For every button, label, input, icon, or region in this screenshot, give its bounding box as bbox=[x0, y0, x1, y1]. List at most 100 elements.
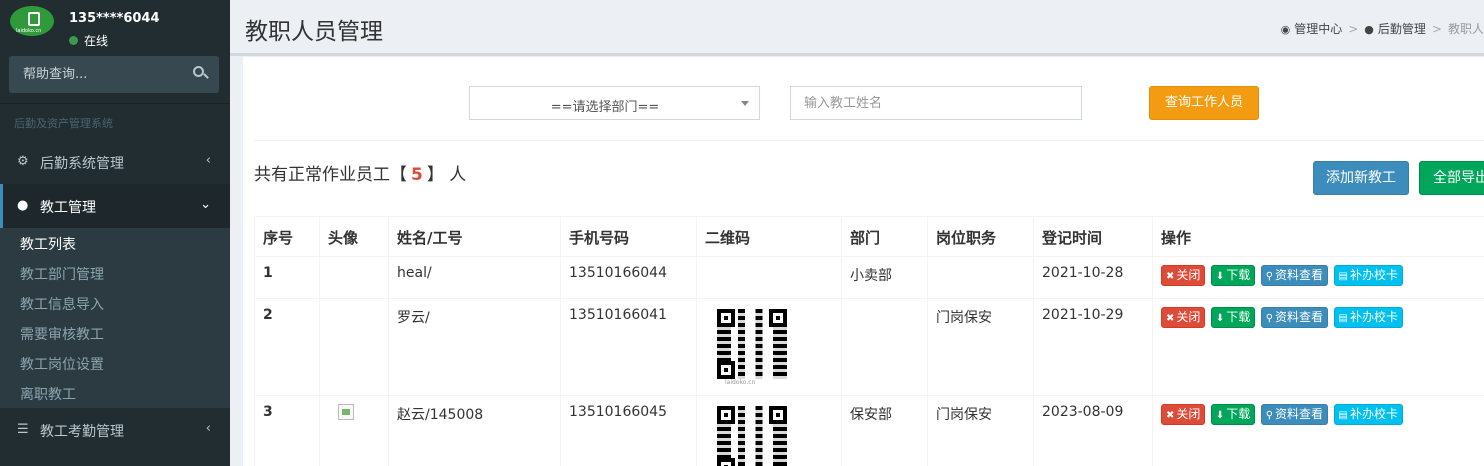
card-label: 补办校卡 bbox=[1349, 407, 1398, 421]
submenu-post-settings[interactable]: 教工岗位设置 bbox=[20, 354, 104, 374]
avatar: laidoko.cn bbox=[10, 6, 54, 36]
breadcrumb: ◉ 管理中心 > ● 后勤管理 > 教职人 bbox=[1281, 20, 1484, 37]
col-avatar: 头像 bbox=[319, 216, 389, 257]
chevron-down-icon: ⌄ bbox=[200, 197, 211, 212]
menu-label: 后勤系统管理 bbox=[40, 156, 124, 172]
row-avatar bbox=[319, 298, 389, 396]
user-name: 135****6044 bbox=[69, 11, 160, 26]
help-search-input[interactable] bbox=[9, 56, 184, 93]
menu-label: 教工考勤管理 bbox=[40, 424, 124, 440]
menu-label: 教工管理 bbox=[40, 200, 96, 216]
row-department: 小卖部 bbox=[841, 256, 928, 299]
online-dot-icon bbox=[69, 36, 78, 45]
staff-submenu: 教工列表 教工部门管理 教工信息导入 需要审核教工 教工岗位设置 离职教工 bbox=[0, 228, 230, 408]
download-button[interactable]: ⬇ 下载 bbox=[1210, 265, 1256, 286]
submenu-staff-list[interactable]: 教工列表 bbox=[20, 234, 76, 254]
query-staff-button[interactable]: 查询工作人员 bbox=[1149, 86, 1259, 120]
dashboard-icon: ◉ bbox=[1280, 23, 1291, 36]
submenu-resigned-staff[interactable]: 离职教工 bbox=[20, 384, 76, 404]
row-avatar bbox=[319, 395, 389, 466]
qrcode-caption: laidoko.cn bbox=[725, 379, 756, 386]
row-qrcode bbox=[696, 395, 842, 466]
close-label: 关闭 bbox=[1176, 407, 1201, 421]
table-header-row: 序号 头像 姓名/工号 手机号码 二维码 部门 岗位职务 登记时间 操作 bbox=[254, 216, 1484, 257]
user-panel: laidoko.cn 135****6044 在线 bbox=[0, 0, 230, 50]
close-button[interactable]: ✖ 关闭 bbox=[1161, 404, 1206, 425]
row-name: 赵云/145008 bbox=[388, 395, 561, 466]
view-profile-button[interactable]: ⚲ 资料查看 bbox=[1260, 265, 1329, 286]
id-card-icon: ▤ bbox=[1338, 313, 1348, 324]
staff-count: 共有正常作业员工【 5】 人 bbox=[254, 160, 466, 185]
close-icon: ✖ bbox=[1166, 410, 1175, 421]
row-post: 门岗保安 bbox=[927, 395, 1034, 466]
row-name: heal/ bbox=[388, 256, 561, 299]
row-actions: ✖ 关闭 ⬇ 下载 ⚲ 资料查看 ▤ 补办校卡 bbox=[1152, 395, 1484, 466]
reissue-card-button[interactable]: ▤ 补办校卡 bbox=[1333, 307, 1403, 328]
department-select-value: ==请选择部门== bbox=[550, 100, 660, 115]
department-select[interactable]: ==请选择部门== bbox=[469, 86, 760, 120]
card-label: 补办校卡 bbox=[1349, 310, 1398, 324]
reissue-card-button[interactable]: ▤ 补办校卡 bbox=[1333, 265, 1403, 286]
submenu-staff-import[interactable]: 教工信息导入 bbox=[20, 294, 104, 314]
view-label: 资料查看 bbox=[1275, 407, 1324, 421]
add-staff-button[interactable]: 添加新教工 bbox=[1313, 161, 1409, 195]
close-icon: ✖ bbox=[1166, 313, 1175, 324]
table-row: 2 罗云/ 13510166041 laidoko.cn 门岗保安 2021-1… bbox=[254, 298, 1484, 396]
view-profile-button[interactable]: ⚲ 资料查看 bbox=[1260, 307, 1329, 328]
logo-icon bbox=[28, 12, 40, 26]
submenu-dept-management[interactable]: 教工部门管理 bbox=[20, 264, 104, 284]
sidebar: laidoko.cn 135****6044 在线 后勤及资产管理系统 ⚙ 后勤… bbox=[0, 0, 230, 466]
sidebar-search bbox=[9, 56, 219, 93]
row-index: 3 bbox=[254, 395, 320, 466]
export-all-button[interactable]: 全部导出 bbox=[1419, 161, 1484, 195]
staff-name-input[interactable] bbox=[790, 86, 1082, 120]
search-icon[interactable] bbox=[193, 66, 209, 82]
row-qrcode bbox=[696, 256, 842, 299]
header-divider bbox=[230, 53, 1484, 56]
breadcrumb-logistics[interactable]: 后勤管理 bbox=[1378, 22, 1426, 36]
close-button[interactable]: ✖ 关闭 bbox=[1161, 265, 1206, 286]
row-date: 2021-10-28 bbox=[1033, 256, 1153, 299]
user-status: 在线 bbox=[69, 32, 108, 49]
col-name: 姓名/工号 bbox=[388, 216, 561, 257]
qrcode-image bbox=[717, 309, 787, 379]
download-button[interactable]: ⬇ 下载 bbox=[1210, 404, 1256, 425]
breadcrumb-separator: > bbox=[1348, 22, 1359, 36]
reissue-card-button[interactable]: ▤ 补办校卡 bbox=[1333, 404, 1403, 425]
menu-staff-management[interactable]: ● 教工管理 ⌄ bbox=[0, 184, 230, 228]
row-phone: 13510166044 bbox=[560, 256, 697, 299]
col-qrcode: 二维码 bbox=[696, 216, 842, 257]
download-button[interactable]: ⬇ 下载 bbox=[1210, 307, 1256, 328]
qrcode-image bbox=[717, 406, 787, 466]
caret-down-icon bbox=[741, 101, 749, 106]
col-actions: 操作 bbox=[1152, 216, 1484, 257]
id-card-icon: ▤ bbox=[1338, 410, 1348, 421]
breadcrumb-home[interactable]: 管理中心 bbox=[1294, 22, 1342, 36]
filter-divider bbox=[254, 140, 1484, 141]
row-post: 门岗保安 bbox=[927, 298, 1034, 396]
chevron-left-icon: ‹ bbox=[205, 421, 211, 436]
col-phone: 手机号码 bbox=[560, 216, 697, 257]
download-label: 下载 bbox=[1226, 407, 1251, 421]
submenu-staff-review[interactable]: 需要审核教工 bbox=[20, 324, 104, 344]
table-row: 1 heal/ 13510166044 小卖部 2021-10-28 ✖ 关闭 ⬇… bbox=[254, 256, 1484, 299]
close-button[interactable]: ✖ 关闭 bbox=[1161, 307, 1206, 328]
view-profile-button[interactable]: ⚲ 资料查看 bbox=[1260, 404, 1329, 425]
row-avatar bbox=[319, 256, 389, 299]
menu-logistics-system[interactable]: ⚙ 后勤系统管理 ‹ bbox=[0, 140, 230, 184]
list-icon: ☰ bbox=[17, 422, 29, 437]
count-prefix: 共有正常作业员工【 bbox=[254, 165, 407, 185]
row-department bbox=[841, 298, 928, 396]
menu-attendance[interactable]: ☰ 教工考勤管理 ‹ bbox=[0, 408, 230, 452]
row-index: 2 bbox=[254, 298, 320, 396]
status-text: 在线 bbox=[84, 34, 109, 48]
view-label: 资料查看 bbox=[1275, 310, 1324, 324]
row-actions: ✖ 关闭 ⬇ 下载 ⚲ 资料查看 ▤ 补办校卡 bbox=[1152, 256, 1484, 299]
download-icon: ⬇ bbox=[1215, 313, 1225, 324]
close-icon: ✖ bbox=[1166, 271, 1175, 282]
search-icon: ⚲ bbox=[1265, 313, 1274, 324]
close-label: 关闭 bbox=[1176, 310, 1201, 324]
card-label: 补办校卡 bbox=[1349, 268, 1398, 282]
row-phone: 13510166041 bbox=[560, 298, 697, 396]
download-label: 下载 bbox=[1226, 268, 1251, 282]
